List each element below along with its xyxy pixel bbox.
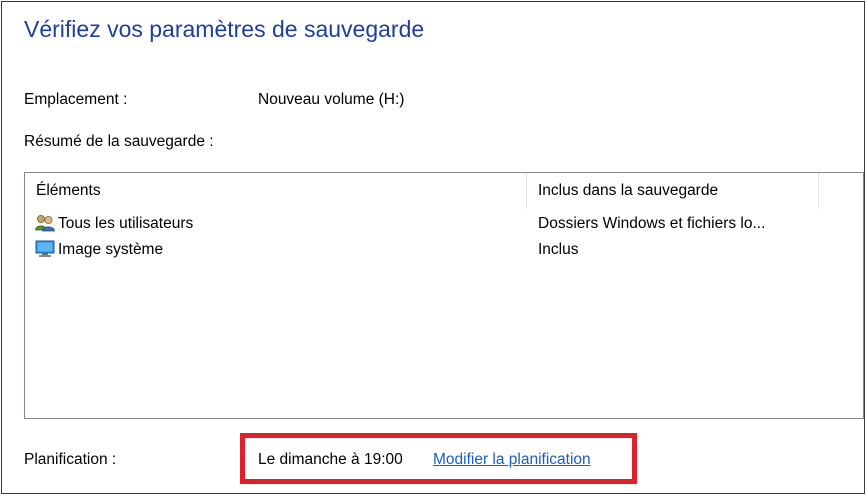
users-icon [35,214,55,232]
location-label: Emplacement : [24,91,128,108]
list-item[interactable]: Tous les utilisateurs Dossiers Windows e… [25,211,863,237]
column-header-included[interactable]: Inclus dans la sauvegarde [527,173,819,209]
location-value: Nouveau volume (H:) [258,91,405,108]
list-item[interactable]: Image système Inclus [25,237,863,263]
backup-summary-list[interactable]: Éléments Inclus dans la sauvegarde Tous … [24,172,864,419]
page-title: Vérifiez vos paramètres de sauvegarde [24,16,425,42]
column-header-items[interactable]: Éléments [25,173,527,209]
schedule-label: Planification : [24,451,117,468]
list-header: Éléments Inclus dans la sauvegarde [25,173,863,209]
backup-settings-panel: Vérifiez vos paramètres de sauvegarde Em… [1,1,865,494]
schedule-value: Le dimanche à 19:00 [258,451,403,468]
change-schedule-link[interactable]: Modifier la planification [433,451,591,469]
summary-label: Résumé de la sauvegarde : [24,133,214,150]
item-included: Dossiers Windows et fichiers lo... [538,215,766,232]
monitor-icon [35,240,55,258]
item-name: Tous les utilisateurs [58,215,194,232]
item-name: Image système [58,241,164,258]
item-included: Inclus [538,241,579,258]
